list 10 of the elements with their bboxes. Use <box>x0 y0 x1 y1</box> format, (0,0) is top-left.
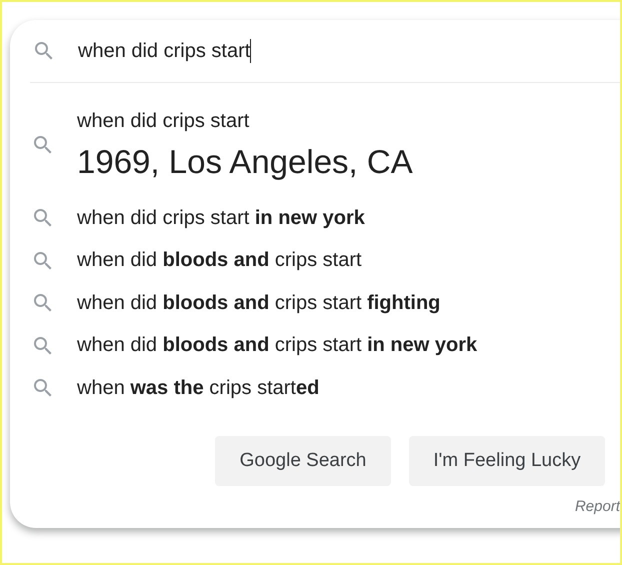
search-button[interactable]: Google Search <box>215 436 391 486</box>
suggestion-item[interactable]: when was the crips started <box>77 376 320 400</box>
suggestion-item[interactable]: when did bloods and crips start fighting <box>77 292 440 315</box>
answer-text[interactable]: 1969, Los Angeles, CA <box>77 142 413 180</box>
search-button[interactable]: I'm Feeling Lucky <box>409 436 605 486</box>
suggestion-item[interactable]: when did bloods and crips start in new york <box>77 334 478 358</box>
suggestion-item[interactable]: when did bloods and crips start <box>77 249 362 272</box>
search-field[interactable]: when did crips start <box>78 31 252 71</box>
suggestion-item[interactable]: when did crips start <box>77 110 413 132</box>
suggestion-item[interactable]: when did crips start in new york <box>77 206 365 230</box>
